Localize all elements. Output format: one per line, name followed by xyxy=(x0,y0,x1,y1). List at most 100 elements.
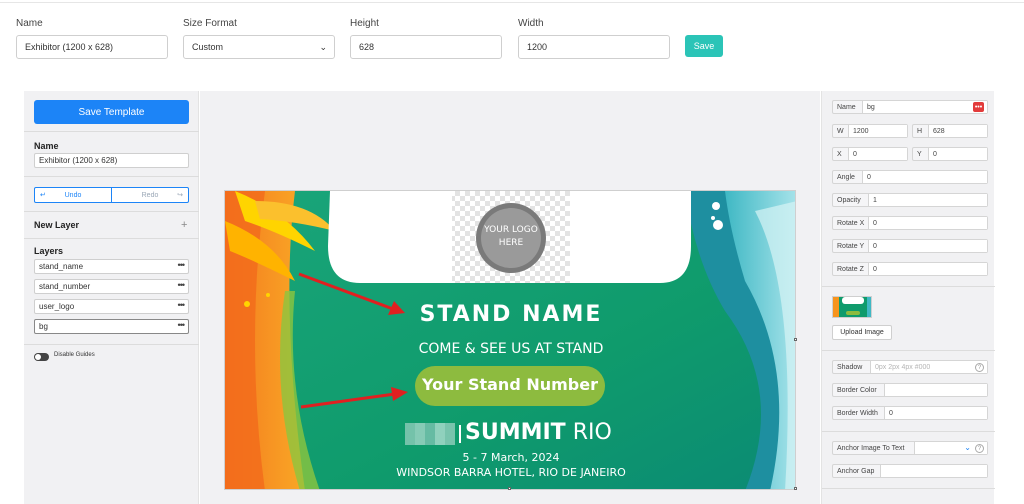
redo-button[interactable]: Redo ↪ xyxy=(112,188,188,202)
field-label: Border Color xyxy=(833,384,885,396)
image-thumbnail xyxy=(832,296,872,318)
come-see-text: COME & SEE US AT STAND xyxy=(418,341,604,357)
rotate-y-field: Rotate Y 0 xyxy=(832,239,988,253)
field-label: W xyxy=(833,125,849,137)
resize-handle[interactable] xyxy=(794,338,797,341)
city-text: RIO xyxy=(572,420,612,445)
info-icon: ? xyxy=(975,444,984,453)
name-heading: Name xyxy=(34,141,59,151)
layer-label: stand_name xyxy=(39,262,84,271)
left-panel: Save Template Name Exhibitor (1200 x 628… xyxy=(24,91,199,504)
x-input[interactable]: 0 xyxy=(849,148,907,160)
border-color-field: Border Color xyxy=(832,383,988,397)
field-label: Rotate Y xyxy=(833,240,869,252)
divider xyxy=(24,238,199,239)
more-icon[interactable]: ••• xyxy=(178,280,186,290)
chevron-down-icon: ⌄ xyxy=(319,42,327,52)
divider xyxy=(822,350,995,351)
redo-label: Redo xyxy=(141,191,159,199)
height-field: H 628 xyxy=(912,124,988,138)
summit-logo: SUMMIT RIO xyxy=(465,420,612,445)
add-layer-icon[interactable]: + xyxy=(181,219,187,231)
field-label: Anchor Image To Text xyxy=(833,442,915,454)
opacity-input[interactable]: 1 xyxy=(869,194,987,206)
divider xyxy=(24,344,199,345)
field-label: Opacity xyxy=(833,194,869,206)
anchor-gap-input[interactable] xyxy=(881,465,987,477)
width-input[interactable]: 1200 xyxy=(518,35,670,59)
field-label: Y xyxy=(913,148,929,160)
resize-handle[interactable] xyxy=(794,487,797,490)
angle-field: Angle 0 xyxy=(832,170,988,184)
size-format-select[interactable]: Custom ⌄ xyxy=(183,35,335,59)
design-canvas[interactable]: YOUR LOGO HERE STAND NAME COME & SEE US … xyxy=(224,190,796,490)
shadow-input[interactable]: 0px 2px 4px #000 xyxy=(871,361,987,373)
template-name-input[interactable]: Exhibitor (1200 x 628) xyxy=(34,153,189,168)
stand-number-text[interactable]: Your Stand Number xyxy=(415,375,605,394)
rotate-z-input[interactable]: 0 xyxy=(869,263,987,275)
x-field: X 0 xyxy=(832,147,908,161)
layers-heading: Layers xyxy=(34,246,64,256)
divider xyxy=(24,131,199,132)
info-icon: ? xyxy=(975,363,984,372)
logo-placeholder-text: YOUR LOGO HERE xyxy=(484,225,538,248)
anchor-image-field: Anchor Image To Text ⌄ ? xyxy=(832,441,988,455)
anchor-gap-field: Anchor Gap xyxy=(832,464,988,478)
undo-icon: ↵ xyxy=(40,192,46,199)
top-border xyxy=(0,0,1024,3)
field-label: H xyxy=(913,125,929,137)
name-input[interactable]: Exhibitor (1200 x 628) xyxy=(16,35,168,59)
width-label: Width xyxy=(518,18,544,29)
field-label: Anchor Gap xyxy=(833,465,881,477)
layer-item[interactable]: user_logo ••• xyxy=(34,299,189,314)
disable-guides-label: Disable Guides xyxy=(54,352,95,358)
border-color-input[interactable] xyxy=(885,384,987,396)
resize-handle[interactable] xyxy=(508,487,511,490)
divider xyxy=(24,211,199,212)
more-icon[interactable]: ••• xyxy=(178,320,186,330)
summit-text: SUMMIT xyxy=(465,420,566,445)
angle-input[interactable]: 0 xyxy=(863,171,987,183)
save-template-button[interactable]: Save Template xyxy=(34,100,189,124)
undo-redo-group: ↵ Undo Redo ↪ xyxy=(34,187,189,203)
width-input[interactable]: 1200 xyxy=(849,125,907,137)
height-input[interactable]: 628 xyxy=(929,125,987,137)
opacity-field: Opacity 1 xyxy=(832,193,988,207)
more-icon[interactable]: ••• xyxy=(178,260,186,270)
size-format-value: Custom xyxy=(192,42,224,52)
divider xyxy=(822,286,995,287)
field-label: Rotate X xyxy=(833,217,869,229)
layer-item[interactable]: stand_name ••• xyxy=(34,259,189,274)
more-icon[interactable]: ••• xyxy=(178,300,186,310)
field-label: Shadow xyxy=(833,361,871,373)
field-label: Angle xyxy=(833,171,863,183)
y-input[interactable]: 0 xyxy=(929,148,987,160)
name-label: Name xyxy=(16,18,43,29)
undo-button[interactable]: ↵ Undo xyxy=(35,188,112,202)
save-button[interactable]: Save xyxy=(685,35,723,57)
y-field: Y 0 xyxy=(912,147,988,161)
height-label: Height xyxy=(350,18,379,29)
layer-name-field: Name bg ••• xyxy=(832,100,988,114)
upload-image-button[interactable]: Upload Image xyxy=(832,325,892,340)
rotate-x-field: Rotate X 0 xyxy=(832,216,988,230)
divider xyxy=(822,488,995,489)
border-width-input[interactable]: 0 xyxy=(885,407,987,419)
rotate-y-input[interactable]: 0 xyxy=(869,240,987,252)
disable-guides-toggle[interactable] xyxy=(34,353,49,361)
layer-item[interactable]: stand_number ••• xyxy=(34,279,189,294)
chevron-down-icon: ⌄ xyxy=(964,443,971,452)
redo-icon: ↪ xyxy=(177,192,183,199)
new-layer-label: New Layer xyxy=(34,220,80,230)
right-panel: Name bg ••• W 1200 H 628 X 0 Y 0 Angle 0… xyxy=(821,91,995,504)
layer-label: user_logo xyxy=(39,302,75,311)
layer-name-input[interactable]: bg xyxy=(863,101,987,113)
divider xyxy=(24,176,199,177)
more-icon[interactable]: ••• xyxy=(973,102,984,112)
layer-item-selected[interactable]: bg ••• xyxy=(34,319,189,334)
field-label: Border Width xyxy=(833,407,885,419)
stand-name-text[interactable]: STAND NAME xyxy=(225,302,795,327)
rotate-x-input[interactable]: 0 xyxy=(869,217,987,229)
undo-label: Undo xyxy=(64,191,82,199)
height-input[interactable]: 628 xyxy=(350,35,502,59)
